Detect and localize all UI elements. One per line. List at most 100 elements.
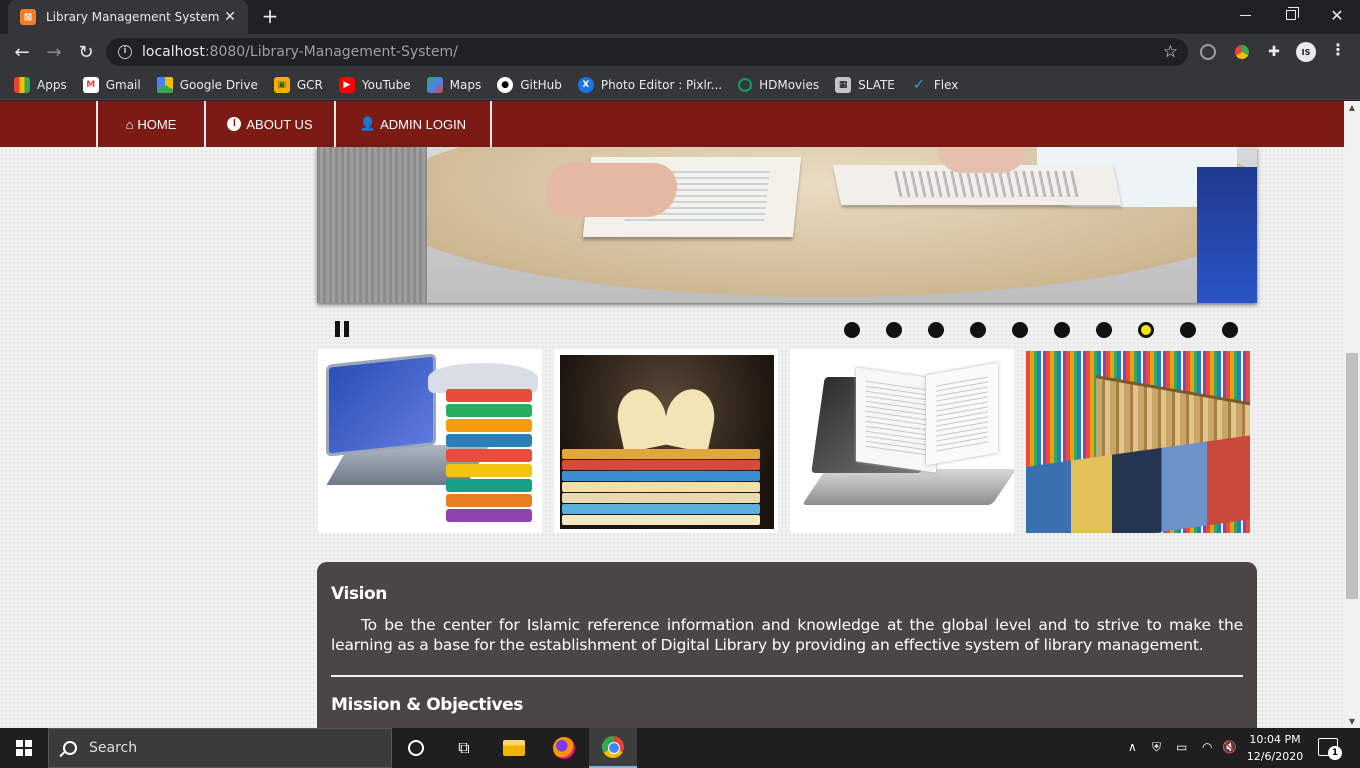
taskbar-clock[interactable]: 10:04 PM 12/6/2020 bbox=[1246, 731, 1304, 765]
arrow-left-icon: ← bbox=[14, 41, 30, 63]
bookmark-apps[interactable]: Apps bbox=[14, 76, 67, 93]
bookmark-star-icon[interactable]: ☆ bbox=[1163, 42, 1178, 62]
slider-dot-9[interactable] bbox=[1180, 322, 1196, 338]
security-shield-icon[interactable]: ⛨ bbox=[1152, 740, 1161, 755]
new-tab-button[interactable]: + bbox=[258, 5, 282, 29]
window-close-button[interactable]: ✕ bbox=[1314, 0, 1360, 30]
scrollbar-thumb[interactable] bbox=[1346, 353, 1358, 599]
bookmark-flex[interactable]: ✓ Flex bbox=[911, 76, 958, 93]
browser-tab[interactable]: ⊠ Library Management System ✕ bbox=[8, 0, 248, 34]
page-viewport: ⌂ HOME i ABOUT US 👤 ADMIN LOGIN bbox=[0, 101, 1344, 728]
youtube-icon: ▶ bbox=[338, 76, 355, 93]
folder-icon bbox=[503, 740, 525, 756]
nav-admin-login-link[interactable]: 👤 ADMIN LOGIN bbox=[334, 101, 492, 147]
forward-button[interactable]: → bbox=[40, 38, 68, 66]
search-icon bbox=[63, 741, 77, 755]
browser-menu-icon[interactable]: ⋮ bbox=[1330, 40, 1346, 59]
clock-time: 10:04 PM bbox=[1249, 733, 1301, 746]
classroom-icon: ▣ bbox=[273, 76, 290, 93]
slider-dot-10[interactable] bbox=[1222, 322, 1238, 338]
bookmark-google-drive[interactable]: Google Drive bbox=[156, 76, 258, 93]
bookmark-pixlr[interactable]: X Photo Editor : Pixlr... bbox=[577, 76, 722, 93]
wifi-icon[interactable]: ◠ bbox=[1202, 740, 1212, 754]
slider-thumbnail-1[interactable] bbox=[317, 348, 543, 534]
taskbar-search-box[interactable]: Search bbox=[48, 728, 392, 768]
reload-icon: ↻ bbox=[78, 41, 94, 63]
windows-taskbar: Search ⧉ ∧ ⛨ ▭ ◠ 🔇 10:04 PM 12/6/2020 1 bbox=[0, 728, 1360, 768]
slider-thumbnail-2[interactable] bbox=[553, 348, 779, 534]
task-view-icon: ⧉ bbox=[458, 738, 470, 757]
bookmark-hdmovies[interactable]: HDMovies bbox=[738, 77, 819, 92]
chrome-button[interactable] bbox=[589, 728, 637, 768]
slider-thumbnail-3[interactable] bbox=[789, 348, 1015, 534]
bookmark-youtube[interactable]: ▶ YouTube bbox=[338, 76, 411, 93]
firefox-button[interactable] bbox=[540, 728, 588, 768]
slider-dot-8[interactable] bbox=[1138, 322, 1154, 338]
slider-dot-6[interactable] bbox=[1054, 322, 1070, 338]
slider-dot-1[interactable] bbox=[844, 322, 860, 338]
address-bar[interactable]: i localhost :8080/Library-Management-Sys… bbox=[106, 38, 1188, 66]
reload-button[interactable]: ↻ bbox=[72, 38, 100, 66]
volume-muted-icon[interactable]: 🔇 bbox=[1222, 740, 1237, 754]
start-button[interactable] bbox=[0, 728, 48, 768]
restore-icon bbox=[1286, 7, 1299, 20]
window-restore-button[interactable] bbox=[1268, 0, 1314, 30]
pixlr-icon: X bbox=[577, 76, 594, 93]
about-panel: Vision To be the center for Islamic refe… bbox=[317, 562, 1257, 728]
window-minimize-button[interactable] bbox=[1222, 0, 1268, 30]
flex-icon: ✓ bbox=[913, 76, 925, 93]
slider-pause-button[interactable] bbox=[335, 321, 349, 337]
bookmark-slate[interactable]: ▦ SLATE bbox=[835, 76, 895, 93]
bookmark-gmail[interactable]: M Gmail bbox=[82, 76, 141, 93]
slider-thumbnail-4[interactable] bbox=[1025, 350, 1251, 534]
bookmark-gcr[interactable]: ▣ GCR bbox=[273, 76, 323, 93]
bookmark-github[interactable]: ● GitHub bbox=[497, 76, 562, 93]
scroll-down-arrow-icon[interactable]: ▼ bbox=[1344, 717, 1360, 726]
home-icon: ⌂ bbox=[125, 116, 134, 132]
back-button[interactable]: ← bbox=[8, 38, 36, 66]
extension-color-icon[interactable] bbox=[1232, 42, 1252, 62]
chrome-icon bbox=[602, 736, 624, 758]
site-info-icon[interactable]: i bbox=[118, 45, 132, 59]
tab-close-icon[interactable]: ✕ bbox=[222, 9, 238, 25]
file-explorer-button[interactable] bbox=[490, 728, 538, 768]
url-path: :8080/Library-Management-System/ bbox=[204, 44, 458, 60]
nav-home-link[interactable]: ⌂ HOME bbox=[96, 101, 204, 147]
slider-dot-3[interactable] bbox=[928, 322, 944, 338]
firefox-icon bbox=[553, 737, 575, 759]
taskbar-search-placeholder: Search bbox=[89, 740, 138, 756]
nav-about-link[interactable]: i ABOUT US bbox=[204, 101, 334, 147]
cortana-button[interactable] bbox=[392, 728, 440, 768]
slider-dot-4[interactable] bbox=[970, 322, 986, 338]
github-icon: ● bbox=[497, 76, 514, 93]
clock-date: 12/6/2020 bbox=[1246, 750, 1304, 763]
cortana-circle-icon bbox=[408, 740, 424, 756]
battery-icon[interactable]: ▭ bbox=[1176, 740, 1187, 754]
minimize-icon bbox=[1239, 14, 1251, 16]
close-icon: ✕ bbox=[1330, 5, 1344, 25]
page-scrollbar[interactable]: ▲ ▼ bbox=[1344, 101, 1360, 728]
tray-show-hidden-icon[interactable]: ∧ bbox=[1128, 740, 1137, 754]
info-circle-icon: i bbox=[227, 117, 242, 131]
extension-circle-icon[interactable] bbox=[1200, 44, 1216, 60]
section-divider bbox=[331, 675, 1243, 677]
google-drive-icon bbox=[156, 76, 173, 93]
task-view-button[interactable]: ⧉ bbox=[440, 728, 488, 768]
hdmovies-icon bbox=[738, 77, 753, 92]
profile-avatar[interactable]: IS bbox=[1296, 42, 1316, 62]
browser-toolbar: ← → ↻ i localhost :8080/Library-Manageme… bbox=[0, 34, 1360, 70]
nav-about-label: ABOUT US bbox=[246, 116, 313, 132]
slider-dot-2[interactable] bbox=[886, 322, 902, 338]
mission-heading: Mission & Objectives bbox=[331, 695, 523, 715]
bookmark-maps[interactable]: Maps bbox=[426, 76, 481, 93]
vision-text: To be the center for Islamic reference i… bbox=[331, 616, 1243, 654]
scroll-up-arrow-icon[interactable]: ▲ bbox=[1344, 103, 1360, 112]
slider-dot-7[interactable] bbox=[1096, 322, 1112, 338]
nav-home-label: HOME bbox=[137, 116, 177, 132]
slider-dot-5[interactable] bbox=[1012, 322, 1028, 338]
extensions-puzzle-icon[interactable]: ✚ bbox=[1264, 42, 1284, 62]
url-host: localhost bbox=[142, 44, 205, 60]
bookmarks-bar: Apps M Gmail Google Drive ▣ GCR ▶ YouTube M… bbox=[0, 70, 1360, 100]
nav-admin-label: ADMIN LOGIN bbox=[380, 116, 467, 132]
user-icon: 👤 bbox=[359, 116, 377, 131]
